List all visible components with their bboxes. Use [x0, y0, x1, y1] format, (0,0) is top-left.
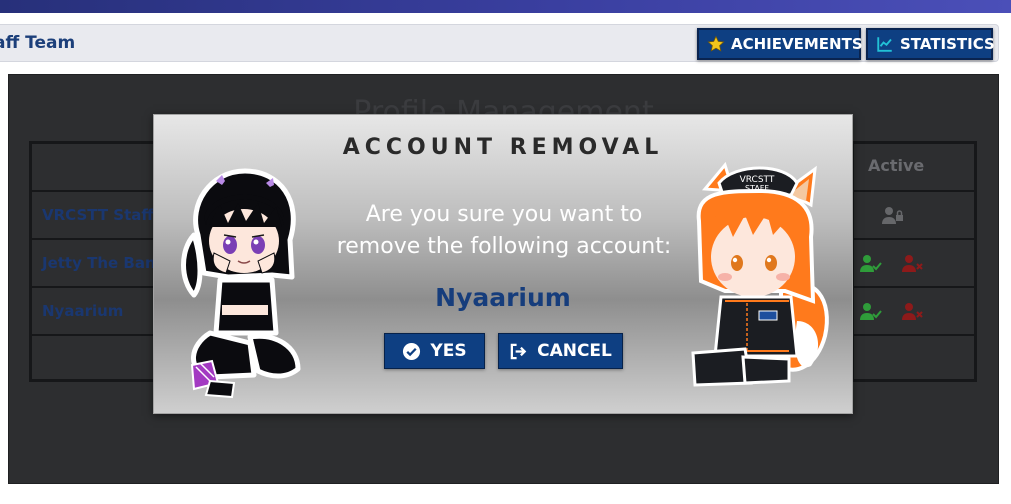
sign-out-icon — [509, 342, 528, 361]
cancel-button[interactable]: CANCEL — [498, 333, 623, 369]
confirm-question-line1: Are you sure you want to — [365, 202, 643, 227]
modal-title: ACCOUNT REMOVAL — [342, 135, 664, 160]
account-removal-modal: ACCOUNT REMOVAL Are you sure you want to… — [153, 114, 853, 414]
achievements-label: ACHIEVEMENTS — [731, 35, 863, 53]
active-column-header: Active — [868, 156, 925, 175]
yes-label: YES — [430, 341, 467, 361]
yes-button[interactable]: YES — [384, 333, 485, 369]
star-icon — [707, 35, 725, 53]
confirm-question-line2: remove the following account: — [336, 234, 672, 259]
user-check-icon[interactable] — [860, 254, 882, 276]
user-check-icon[interactable] — [860, 302, 882, 324]
team-title: aff Team — [0, 33, 76, 53]
statistics-label: STATISTICS — [900, 35, 995, 53]
profile-name: VRCSTT Staff T — [42, 206, 169, 224]
chibi-fox-image: VRCSTT STAFF — [685, 161, 835, 400]
check-circle-icon — [402, 342, 421, 361]
user-remove-icon[interactable] — [902, 302, 924, 324]
profile-name: Nyaarium — [42, 302, 124, 320]
chart-line-icon — [876, 35, 894, 53]
header-bar: aff Team ACHIEVEMENTS STATISTICS — [0, 24, 999, 62]
user-remove-icon[interactable] — [902, 254, 924, 276]
statistics-button[interactable]: STATISTICS — [866, 28, 995, 60]
cancel-label: CANCEL — [537, 341, 612, 361]
user-lock-icon[interactable] — [882, 206, 904, 228]
top-accent-bar — [0, 0, 1011, 13]
profile-name: Jetty The Band — [42, 254, 167, 272]
achievements-button[interactable]: ACHIEVEMENTS — [697, 28, 863, 60]
